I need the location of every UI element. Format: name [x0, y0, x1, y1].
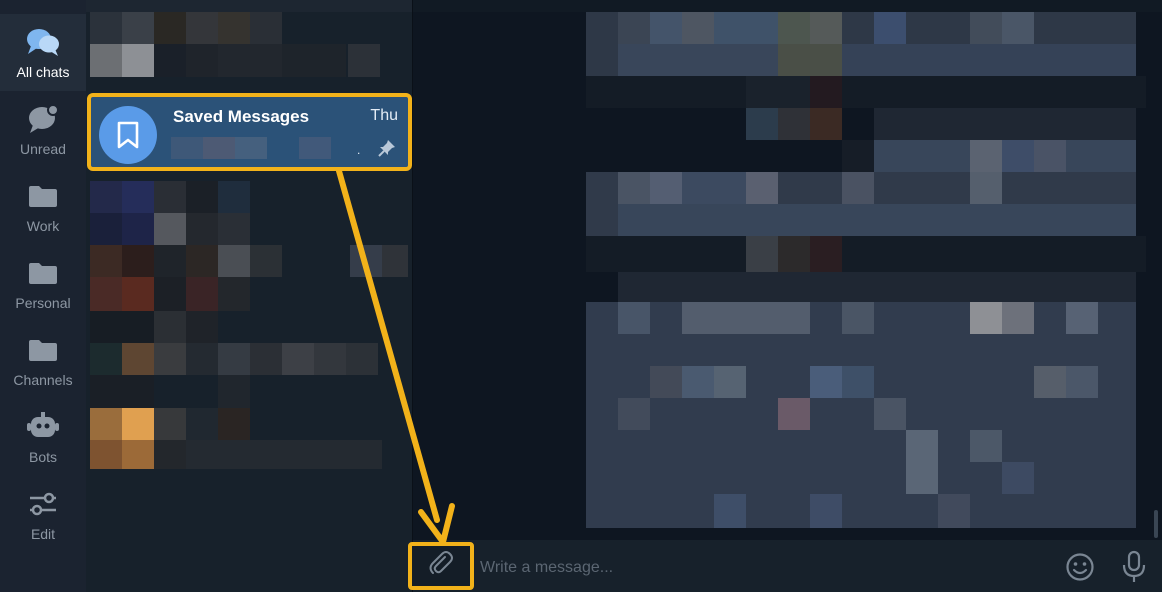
- folder-label: Edit: [30, 526, 56, 542]
- emoji-button[interactable]: [1064, 551, 1096, 583]
- pixelated-chat: [90, 440, 122, 469]
- pixelated-chat: [122, 181, 154, 213]
- pixelated-chat: [154, 311, 186, 343]
- pixelated-chat: [348, 44, 380, 77]
- folder-personal[interactable]: Personal: [0, 245, 86, 322]
- pixelated-chat: [154, 44, 186, 77]
- chat-preview-text: .: [357, 143, 361, 157]
- pixelated-chat: [154, 440, 186, 469]
- pixelated-chat: [90, 408, 122, 440]
- chat-name: Saved Messages: [173, 107, 310, 126]
- pixelated-chat: [218, 181, 250, 213]
- pixelated-chat: [86, 0, 412, 12]
- pixelated-chat: [186, 311, 218, 343]
- pixelated-chat: [218, 408, 250, 440]
- folder-label: Channels: [13, 372, 73, 388]
- bookmark-icon: [99, 106, 157, 164]
- pixelated-chat: [122, 12, 154, 44]
- microphone-button[interactable]: [1120, 549, 1148, 585]
- pixelated-chat: [250, 12, 282, 44]
- pixelated-chat: [346, 343, 378, 375]
- pixelated-chat: [186, 213, 218, 245]
- pixelated-chat: [250, 343, 282, 375]
- chat-date: Thu: [370, 107, 398, 124]
- pixelated-chat: [122, 440, 154, 469]
- folder-label: Bots: [28, 449, 57, 465]
- pixelated-chat: [122, 277, 154, 311]
- pixelated-chat: [186, 277, 218, 311]
- paperclip-icon: [426, 549, 456, 584]
- sliders-icon: [25, 486, 61, 522]
- pixelated-chat: [122, 408, 154, 440]
- bot-icon: [25, 409, 61, 445]
- attach-button[interactable]: [408, 542, 474, 590]
- pixelated-chat: [90, 311, 154, 343]
- pixelated-chat: [186, 181, 218, 213]
- pixelated-chat: [186, 245, 218, 277]
- folder-label: Work: [26, 218, 60, 234]
- pixelated-chat: [90, 181, 122, 213]
- saved-messages-chat[interactable]: Saved Messages Thu .: [87, 93, 412, 171]
- folder-edit[interactable]: Edit: [0, 476, 86, 553]
- pixelated-chat: [186, 440, 382, 469]
- pixelated-chat: [218, 343, 250, 375]
- pixelated-chat: [122, 213, 154, 245]
- pixelated-chat: [218, 44, 282, 77]
- pixelated-message: [586, 302, 1136, 528]
- pixelated-chat: [250, 245, 282, 277]
- pixelated-chat: [282, 44, 346, 77]
- pixelated-chat: [90, 343, 122, 375]
- pixelated-chat: [186, 12, 218, 44]
- pixelated-chat: [154, 245, 186, 277]
- pixelated-chat: [154, 277, 186, 311]
- pixelated-chat: [154, 12, 186, 44]
- pixelated-chat: [90, 245, 122, 277]
- scrollbar[interactable]: [1154, 510, 1158, 538]
- pixelated-chat: [186, 44, 218, 77]
- pixelated-chat: [350, 245, 382, 277]
- pixelated-chat: [186, 408, 218, 440]
- folder-channels[interactable]: Channels: [0, 322, 86, 399]
- message-input[interactable]: [478, 552, 1042, 584]
- pixelated-chat: [122, 343, 154, 375]
- pixelated-chat: [154, 343, 186, 375]
- chat-list: [86, 0, 412, 592]
- pixelated-chat: [218, 375, 250, 408]
- pixelated-chat: [186, 343, 218, 375]
- pixelated-chat: [218, 245, 250, 277]
- pixelated-chat: [218, 277, 250, 311]
- pixelated-chat: [90, 44, 122, 77]
- folder-icon: [25, 178, 61, 214]
- folder-icon: [25, 332, 61, 368]
- chats-icon: [25, 24, 61, 60]
- pixelated-chat: [90, 12, 122, 44]
- folder-label: Unread: [20, 141, 66, 157]
- folder-unread[interactable]: Unread: [0, 91, 86, 168]
- folder-icon: [25, 255, 61, 291]
- pixelated-chat: [218, 12, 250, 44]
- pixelated-chat: [382, 245, 408, 277]
- pixelated-chat: [90, 213, 122, 245]
- folder-label: All chats: [16, 64, 70, 80]
- pixelated-chat: [218, 213, 250, 245]
- pixelated-chat: [154, 213, 186, 245]
- folder-sidebar: All chats Unread Work Personal Channels: [0, 0, 86, 592]
- unread-chat-icon: [25, 101, 61, 137]
- pixelated-chat: [154, 181, 186, 213]
- folder-work[interactable]: Work: [0, 168, 86, 245]
- pin-icon: [378, 139, 396, 162]
- conversation-area: [413, 0, 1162, 540]
- smiley-icon: [1066, 553, 1094, 581]
- pixelated-chat: [314, 343, 346, 375]
- folder-bots[interactable]: Bots: [0, 399, 86, 476]
- pixelated-chat: [122, 245, 154, 277]
- pixelated-chat: [122, 44, 154, 77]
- pixelated-chat: [90, 277, 122, 311]
- pixelated-chat: [154, 408, 186, 440]
- folder-label: Personal: [15, 295, 71, 311]
- pixelated-chat: [282, 343, 314, 375]
- microphone-icon: [1122, 550, 1146, 582]
- pixelated-chat: [90, 375, 154, 408]
- folder-all-chats[interactable]: All chats: [0, 14, 86, 91]
